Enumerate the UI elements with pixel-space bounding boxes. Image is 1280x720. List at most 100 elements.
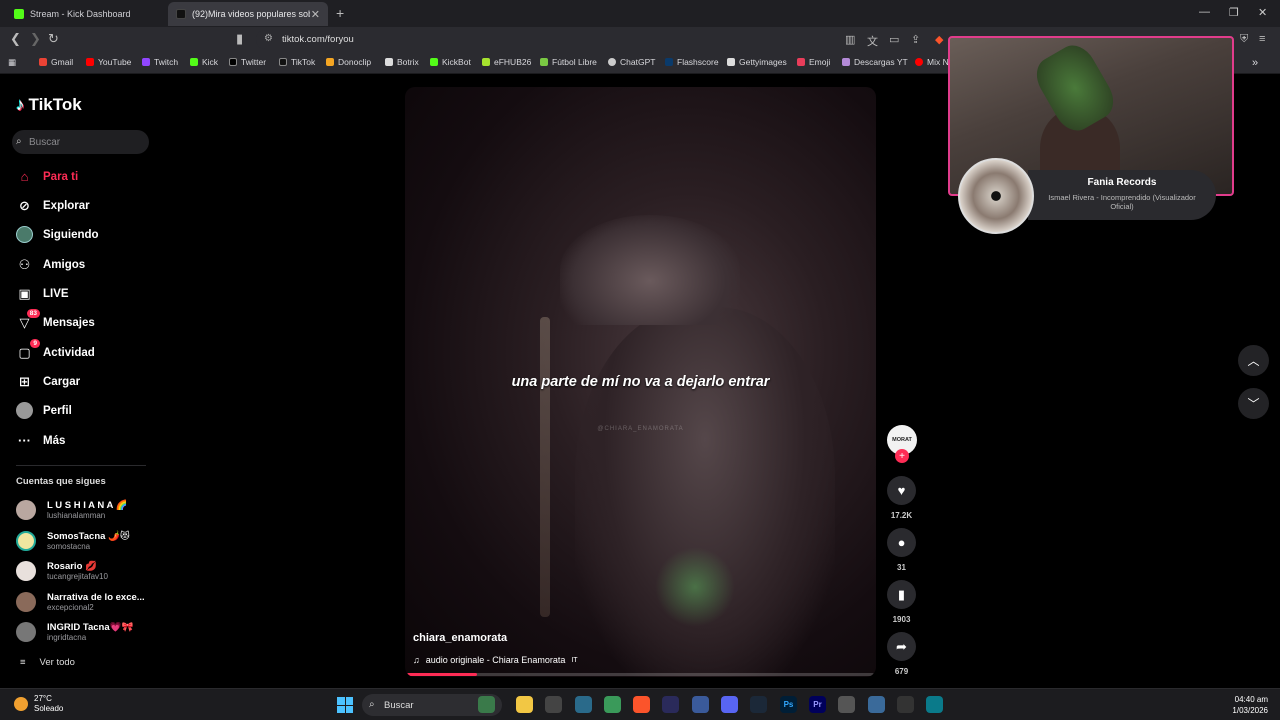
- bookmark-twitch[interactable]: Twitch: [142, 57, 178, 67]
- restore-button[interactable]: ❐: [1229, 6, 1239, 19]
- bookmark-save-icon[interactable]: ▮: [887, 580, 916, 609]
- bookmark-efhub26[interactable]: eFHUB26: [482, 57, 531, 67]
- previous-video-button[interactable]: ︿: [1238, 345, 1269, 376]
- new-tab-button[interactable]: +: [336, 5, 344, 21]
- media-play-icon[interactable]: [897, 696, 914, 713]
- bookmark-twitter[interactable]: Twitter: [229, 57, 266, 67]
- vpn-shield-icon[interactable]: ⛨: [1240, 33, 1248, 46]
- chrome-icon[interactable]: [545, 696, 562, 713]
- vinyl-disc-icon: [958, 158, 1034, 234]
- bookmark-tiktok[interactable]: TikTok: [279, 57, 315, 67]
- nav-siguiendo[interactable]: Siguiendo: [16, 226, 99, 243]
- more-bookmarks-icon[interactable]: »: [1252, 57, 1258, 69]
- profile-avatar-icon: [16, 402, 33, 419]
- notepad-icon[interactable]: [868, 696, 885, 713]
- search-input[interactable]: ⌕ Buscar: [12, 130, 149, 154]
- bookmark-mix[interactable]: Mix N: [915, 57, 949, 67]
- cast-icon[interactable]: ▭: [889, 33, 899, 46]
- bookmark-youtube[interactable]: YouTube: [86, 57, 131, 67]
- sidebar-divider: [16, 465, 146, 466]
- media-player-icon[interactable]: [662, 696, 679, 713]
- next-video-button[interactable]: ﹀: [1238, 388, 1269, 419]
- menu-icon[interactable]: ≡: [1259, 33, 1265, 45]
- reload-button[interactable]: ↻: [48, 31, 59, 47]
- bookmark-descargas-yt[interactable]: Descargas YT: [842, 57, 908, 67]
- followed-account[interactable]: Narrativa de lo exce... excepcional2: [16, 592, 145, 612]
- avatar: [16, 531, 36, 551]
- share-action[interactable]: ➦ 679: [884, 632, 919, 676]
- bookmark-kick[interactable]: Kick: [190, 57, 218, 67]
- home-icon: ⌂: [20, 169, 29, 184]
- video-frame-light: [655, 547, 735, 627]
- site-info-icon[interactable]: ⚙: [264, 33, 273, 44]
- nav-actividad[interactable]: ▢ 9 Actividad: [16, 339, 95, 361]
- bookmark-futbol-libre[interactable]: Fútbol Libre: [540, 57, 597, 67]
- see-all-link[interactable]: ≡ Ver todo: [20, 657, 75, 668]
- tab-kick-dashboard[interactable]: Stream - Kick Dashboard: [6, 2, 166, 26]
- nav-mas[interactable]: ··· Más: [16, 432, 65, 449]
- nav-perfil[interactable]: Perfil: [16, 402, 72, 419]
- bookmark-icon[interactable]: ▮: [236, 31, 243, 47]
- bookmark-gettyimages[interactable]: Gettyimages: [727, 57, 787, 67]
- app-icon[interactable]: [575, 696, 592, 713]
- followed-account[interactable]: INGRID Tacna💗🎀 ingridtacna: [16, 622, 133, 642]
- share-icon[interactable]: ⇪: [911, 33, 920, 46]
- taskbar-widget-icon[interactable]: [478, 696, 495, 713]
- tiktok-logo[interactable]: ♪ TikTok: [16, 95, 82, 115]
- video-music[interactable]: ♫ audio originale - Chiara Enamorata IT: [413, 655, 578, 665]
- discord-icon[interactable]: [721, 696, 738, 713]
- tab-label: Stream - Kick Dashboard: [30, 9, 131, 19]
- close-tab-icon[interactable]: ✕: [311, 8, 320, 21]
- share-arrow-icon[interactable]: ➦: [887, 632, 916, 661]
- app-icon[interactable]: [604, 696, 621, 713]
- bookmark-gmail[interactable]: Gmail: [39, 57, 73, 67]
- followed-account[interactable]: SomosTacna 🌶️😻 somostacna: [16, 531, 130, 551]
- comment-icon[interactable]: ●: [887, 528, 916, 557]
- nav-cargar[interactable]: ⊞ Cargar: [16, 373, 80, 390]
- back-button[interactable]: ❮: [10, 31, 21, 47]
- video-subtitle: una parte de mí no va a dejarlo entrar: [511, 374, 770, 390]
- edge-icon[interactable]: [926, 696, 943, 713]
- nav-amigos[interactable]: ⚇ Amigos: [16, 256, 86, 273]
- comment-action[interactable]: ● 31: [884, 528, 919, 572]
- bookmark-botrix[interactable]: Botrix: [385, 57, 419, 67]
- windows-start-button[interactable]: [337, 697, 353, 713]
- brave-shield-icon[interactable]: ◆: [935, 33, 943, 46]
- close-window-button[interactable]: ✕: [1258, 6, 1267, 19]
- save-action[interactable]: ▮ 1903: [884, 580, 919, 624]
- bookmark-chatgpt[interactable]: ChatGPT: [608, 57, 655, 67]
- nav-live[interactable]: ▣ LIVE: [16, 285, 68, 302]
- bookmark-kickbot[interactable]: KickBot: [430, 57, 471, 67]
- brave-icon[interactable]: [633, 696, 650, 713]
- apps-grid-icon[interactable]: ▦: [8, 57, 16, 68]
- settings-gear-icon[interactable]: [838, 696, 855, 713]
- system-clock[interactable]: 04:40 am 1/03/2026: [1232, 694, 1268, 716]
- translate-icon[interactable]: 文: [867, 33, 878, 49]
- url-field[interactable]: ⚙ tiktok.com/foryou: [256, 30, 946, 49]
- nav-mensajes[interactable]: ▽ 83 Mensajes: [16, 309, 95, 331]
- video-player[interactable]: una parte de mí no va a dejarlo entrar @…: [405, 87, 876, 677]
- video-author[interactable]: chiara_enamorata: [413, 632, 507, 644]
- bookmark-emoji[interactable]: Emoji: [797, 57, 830, 67]
- followed-account[interactable]: Rosario 💋 tucangrejitafav10: [16, 561, 108, 581]
- calculator-icon[interactable]: [692, 696, 709, 713]
- heart-icon[interactable]: ♥: [887, 476, 916, 505]
- forward-button[interactable]: ❯: [30, 31, 41, 47]
- weather-widget[interactable]: 27°C Soleado: [14, 694, 63, 714]
- steam-icon[interactable]: [750, 696, 767, 713]
- follow-plus-icon[interactable]: +: [895, 449, 909, 463]
- photoshop-icon[interactable]: Ps: [780, 696, 797, 713]
- tab-tiktok[interactable]: (92)Mira videos populares sob ✕: [168, 2, 328, 26]
- video-progress-bar[interactable]: [407, 673, 874, 676]
- reader-mode-icon[interactable]: ▥: [845, 33, 855, 46]
- nav-explorar[interactable]: ⊘ Explorar: [16, 197, 90, 214]
- followed-account[interactable]: L U S H I A N A 🌈 lushianalamman: [16, 500, 127, 520]
- donoclip-icon: [326, 58, 334, 66]
- premiere-icon[interactable]: Pr: [809, 696, 826, 713]
- bookmark-donoclip[interactable]: Donoclip: [326, 57, 371, 67]
- bookmark-flashscore[interactable]: Flashscore: [665, 57, 719, 67]
- like-action[interactable]: ♥ 17.2K: [884, 476, 919, 520]
- minimize-button[interactable]: —: [1199, 6, 1210, 18]
- nav-para-ti[interactable]: ⌂ Para ti: [16, 168, 79, 185]
- file-explorer-icon[interactable]: [516, 696, 533, 713]
